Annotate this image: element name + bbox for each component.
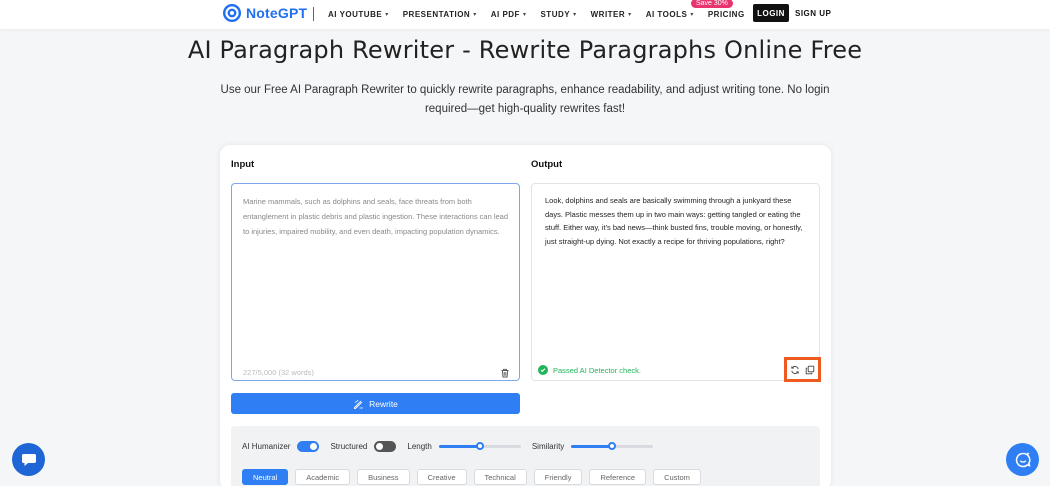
output-actions — [784, 357, 821, 382]
nav-item-pricing[interactable]: PRICING — [708, 10, 745, 19]
refresh-icon[interactable] — [790, 365, 800, 375]
length-slider[interactable] — [438, 441, 521, 450]
ai-detector-status: Passed AI Detector check. — [538, 365, 641, 375]
top-header: NoteGPT AI YOUTUBE ▾ PRESENTATION ▾ AI PDF ▾ S… — [0, 0, 1050, 29]
similarity-slider[interactable] — [571, 441, 654, 450]
output-text: Look, dolphins and seals are basically s… — [545, 196, 803, 246]
nav-item-ai-pdf[interactable]: AI PDF ▾ — [491, 10, 527, 19]
similarity-label: Similarity — [531, 441, 565, 451]
tone-business[interactable]: Business — [357, 469, 410, 485]
nav-item-label: AI PDF — [490, 10, 520, 19]
signup-link[interactable]: SIGN UP — [795, 9, 831, 18]
output-label: Output — [531, 159, 563, 170]
rewrite-label: Rewrite — [369, 398, 398, 409]
slider-thumb[interactable] — [475, 441, 484, 450]
nav-item-label: PRESENTATION — [402, 10, 471, 19]
structured-toggle[interactable] — [374, 440, 397, 452]
notegpt-logo-icon — [223, 4, 241, 22]
save-badge: Save 30% — [691, 0, 733, 8]
chat-bubble-icon — [21, 453, 36, 466]
nav-item-label: WRITER — [590, 10, 626, 19]
nav-item-label: STUDY — [540, 10, 571, 19]
rewrite-button[interactable]: Rewrite — [231, 393, 520, 414]
pen-sparkle-icon — [354, 399, 364, 409]
options-row: AI Humanizer Structured Length Similarit… — [242, 440, 664, 452]
toggle-knob — [376, 442, 384, 450]
tone-friendly[interactable]: Friendly — [533, 469, 583, 485]
rewriter-card: Input Output Marine mammals, such as dol… — [220, 145, 831, 486]
logo[interactable]: NoteGPT — [222, 3, 307, 23]
slider-thumb[interactable] — [608, 441, 617, 450]
input-label: Input — [231, 159, 255, 170]
ai-detector-text: Passed AI Detector check. — [553, 365, 641, 375]
chevron-down-icon: ▾ — [690, 12, 694, 18]
page-title: AI Paragraph Rewriter - Rewrite Paragrap… — [187, 36, 863, 64]
output-panel: Look, dolphins and seals are basically s… — [531, 183, 821, 382]
slider-fill — [438, 444, 480, 448]
char-count: 227/5,000 (32 words) — [243, 368, 314, 377]
structured-label: Structured — [330, 441, 368, 451]
tone-options: Neutral Academic Business Creative Technical… — [242, 469, 701, 485]
login-button[interactable]: LOGIN — [753, 4, 789, 22]
chat-button[interactable] — [12, 443, 45, 476]
tone-neutral[interactable]: Neutral — [242, 469, 289, 485]
copy-icon[interactable] — [805, 365, 815, 375]
nav-item-study[interactable]: STUDY ▾ — [540, 10, 576, 19]
tone-reference[interactable]: Reference — [589, 469, 647, 485]
tone-academic[interactable]: Academic — [295, 469, 351, 485]
length-label: Length — [407, 441, 432, 451]
nav-item-label: AI YOUTUBE — [328, 10, 383, 19]
rewrite-options: AI Humanizer Structured Length Similarit… — [231, 426, 820, 486]
slider-fill — [571, 444, 613, 448]
header-divider — [313, 7, 314, 21]
nav-item-label: AI TOOLS — [645, 10, 688, 19]
tone-custom[interactable]: Custom — [653, 469, 701, 485]
tone-technical[interactable]: Technical — [473, 469, 527, 485]
check-circle-icon — [538, 365, 548, 375]
trash-icon[interactable] — [500, 368, 510, 378]
chevron-down-icon: ▾ — [573, 12, 577, 18]
ai-chat-icon — [1015, 451, 1031, 467]
input-text[interactable]: Marine mammals, such as dolphins and sea… — [243, 194, 509, 239]
tone-creative[interactable]: Creative — [416, 469, 467, 485]
humanizer-label: AI Humanizer — [242, 441, 291, 451]
chevron-down-icon: ▾ — [522, 12, 527, 18]
nav-item-writer[interactable]: WRITER ▾ — [591, 10, 632, 19]
nav-item-ai-tools[interactable]: AI TOOLS ▾ — [646, 10, 694, 19]
input-textarea[interactable]: Marine mammals, such as dolphins and sea… — [231, 183, 520, 381]
chevron-down-icon: ▾ — [473, 12, 477, 18]
toggle-knob — [310, 442, 318, 450]
page-subtitle: Use our Free AI Paragraph Rewriter to qu… — [220, 84, 830, 115]
nav-item-presentation[interactable]: PRESENTATION ▾ — [403, 10, 477, 19]
ai-assistant-button[interactable] — [1006, 443, 1039, 476]
humanizer-toggle[interactable] — [297, 440, 320, 452]
nav-item-label: PRICING — [707, 10, 745, 19]
logo-text: NoteGPT — [246, 5, 308, 21]
nav-item-ai-youtube[interactable]: AI YOUTUBE ▾ — [328, 10, 389, 19]
chevron-down-icon: ▾ — [628, 12, 632, 18]
chevron-down-icon: ▾ — [385, 12, 389, 18]
